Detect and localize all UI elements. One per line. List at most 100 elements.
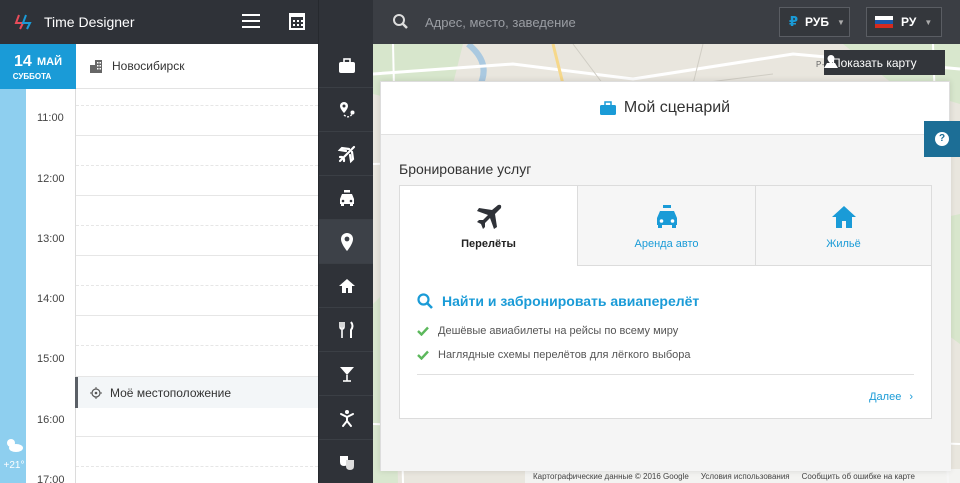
time-slot-line bbox=[76, 315, 318, 316]
service-tabs: Перелёты Аренда авто Жильё bbox=[400, 186, 931, 266]
tab-car-rental-label: Аренда авто bbox=[634, 238, 699, 250]
show-map-button[interactable]: Показать карту bbox=[824, 50, 945, 75]
chevron-right-icon: › bbox=[909, 391, 913, 403]
tab-car-rental[interactable]: Аренда авто bbox=[577, 186, 755, 266]
rail-flights[interactable] bbox=[319, 132, 374, 176]
rail-housing[interactable] bbox=[319, 264, 374, 308]
help-button[interactable]: ? bbox=[924, 121, 960, 157]
feature-text: Дешёвые авиабилеты на рейсы по всему мир… bbox=[438, 325, 679, 337]
service-box: Перелёты Аренда авто Жильё Найти и забро… bbox=[399, 185, 932, 419]
rail-activities[interactable] bbox=[319, 396, 374, 440]
time-slot-line bbox=[76, 195, 318, 196]
flights-panel-title-text: Найти и забронировать авиаперелёт bbox=[442, 293, 700, 309]
date-weekday: СУББОТА bbox=[12, 72, 52, 81]
check-icon bbox=[417, 350, 429, 360]
partly-cloudy-icon bbox=[7, 439, 23, 452]
map-pin-icon bbox=[824, 55, 838, 68]
next-link[interactable]: Далее › bbox=[869, 391, 913, 403]
map-copyright: Картографические данные © 2016 Google bbox=[533, 471, 689, 481]
time-slot-line bbox=[76, 436, 318, 437]
rail-taxi[interactable] bbox=[319, 176, 374, 220]
activity-icon bbox=[339, 409, 354, 427]
top-bar: ₽ РУБ ▼ РУ ▼ bbox=[373, 0, 960, 44]
hour-label: 11:00 bbox=[37, 112, 64, 124]
location-pin-icon bbox=[340, 232, 353, 251]
city-name: Новосибирск bbox=[112, 59, 185, 73]
weather-strip bbox=[0, 89, 26, 483]
search-icon bbox=[393, 14, 408, 29]
weather-temperature: +21° bbox=[3, 460, 25, 471]
map-attribution: Картографические данные © 2016 Google Ус… bbox=[525, 469, 960, 483]
chevron-down-icon: ▼ bbox=[836, 17, 845, 27]
show-map-label: Показать карту bbox=[832, 55, 917, 70]
tab-housing[interactable]: Жильё bbox=[755, 186, 931, 266]
date-day: 14 bbox=[14, 53, 32, 70]
time-slot-line bbox=[76, 165, 318, 166]
feature-item: Наглядные схемы перелётов для лёгкого вы… bbox=[417, 349, 691, 361]
rail-header bbox=[318, 0, 373, 44]
app-title: Time Designer bbox=[44, 14, 135, 30]
time-slot-line bbox=[76, 225, 318, 226]
divider bbox=[417, 374, 914, 375]
plane-icon bbox=[337, 145, 355, 163]
flights-panel-title[interactable]: Найти и забронировать авиаперелёт bbox=[417, 293, 699, 309]
map-terms-link[interactable]: Условия использования bbox=[701, 472, 790, 481]
tab-housing-label: Жильё bbox=[826, 238, 861, 250]
home-icon bbox=[338, 278, 355, 293]
restaurant-icon bbox=[338, 320, 353, 338]
hour-label: 12:00 bbox=[37, 173, 65, 185]
card-title: Мой сценарий bbox=[623, 99, 731, 116]
hour-label: 14:00 bbox=[37, 293, 65, 305]
category-rail bbox=[318, 44, 374, 483]
time-slot-line bbox=[76, 466, 318, 467]
briefcase-icon bbox=[338, 57, 355, 73]
menu-icon[interactable] bbox=[242, 14, 260, 30]
search-input[interactable] bbox=[425, 12, 765, 32]
section-title: Бронирование услуг bbox=[399, 161, 532, 177]
taxi-icon bbox=[339, 189, 354, 206]
tab-flights-label: Перелёты bbox=[461, 238, 516, 250]
hour-label: 16:00 bbox=[37, 414, 65, 426]
currency-label: РУБ bbox=[805, 15, 829, 29]
app-header: Time Designer bbox=[0, 0, 318, 44]
next-label: Далее bbox=[869, 391, 902, 403]
rail-places[interactable] bbox=[319, 220, 374, 264]
hour-label: 13:00 bbox=[37, 233, 65, 245]
date-block[interactable]: 14 МАЙ СУББОТА bbox=[0, 44, 76, 89]
currency-dropdown[interactable]: ₽ РУБ ▼ bbox=[779, 7, 850, 37]
map-report-link[interactable]: Сообщить об ошибке на карте bbox=[802, 472, 915, 481]
app-logo-icon bbox=[14, 14, 32, 30]
route-icon bbox=[339, 101, 354, 117]
briefcase-icon bbox=[599, 101, 616, 115]
rail-entertainment[interactable] bbox=[319, 440, 374, 483]
column-divider bbox=[75, 89, 76, 483]
rail-bars[interactable] bbox=[319, 352, 374, 396]
my-location-icon bbox=[90, 386, 102, 399]
city-icon bbox=[90, 59, 102, 73]
weather-widget: +21° bbox=[1, 437, 27, 471]
rail-route[interactable] bbox=[319, 88, 374, 132]
language-dropdown[interactable]: РУ ▼ bbox=[866, 7, 942, 37]
question-icon: ? bbox=[935, 132, 949, 146]
my-location-event[interactable]: Моё местоположение bbox=[75, 377, 318, 408]
car-rental-icon bbox=[656, 205, 677, 228]
plane-icon bbox=[476, 204, 501, 229]
date-month: МАЙ bbox=[37, 56, 63, 68]
hour-label: 17:00 bbox=[37, 474, 65, 483]
russia-flag-icon bbox=[875, 16, 893, 28]
rail-briefcase[interactable] bbox=[319, 44, 374, 88]
search-icon bbox=[417, 293, 433, 309]
calendar-icon[interactable] bbox=[289, 13, 305, 30]
language-label: РУ bbox=[901, 15, 917, 29]
check-icon bbox=[417, 326, 429, 336]
my-location-label: Моё местоположение bbox=[110, 385, 232, 400]
time-slot-line bbox=[76, 135, 318, 136]
rail-restaurants[interactable] bbox=[319, 308, 374, 352]
city-row[interactable]: Новосибирск bbox=[76, 44, 318, 89]
tab-flights[interactable]: Перелёты bbox=[400, 186, 577, 266]
time-slot-line bbox=[76, 285, 318, 286]
time-slot-line bbox=[76, 105, 318, 106]
hour-label: 15:00 bbox=[37, 353, 65, 365]
feature-item: Дешёвые авиабилеты на рейсы по всему мир… bbox=[417, 325, 678, 337]
time-slot-line bbox=[76, 345, 318, 346]
